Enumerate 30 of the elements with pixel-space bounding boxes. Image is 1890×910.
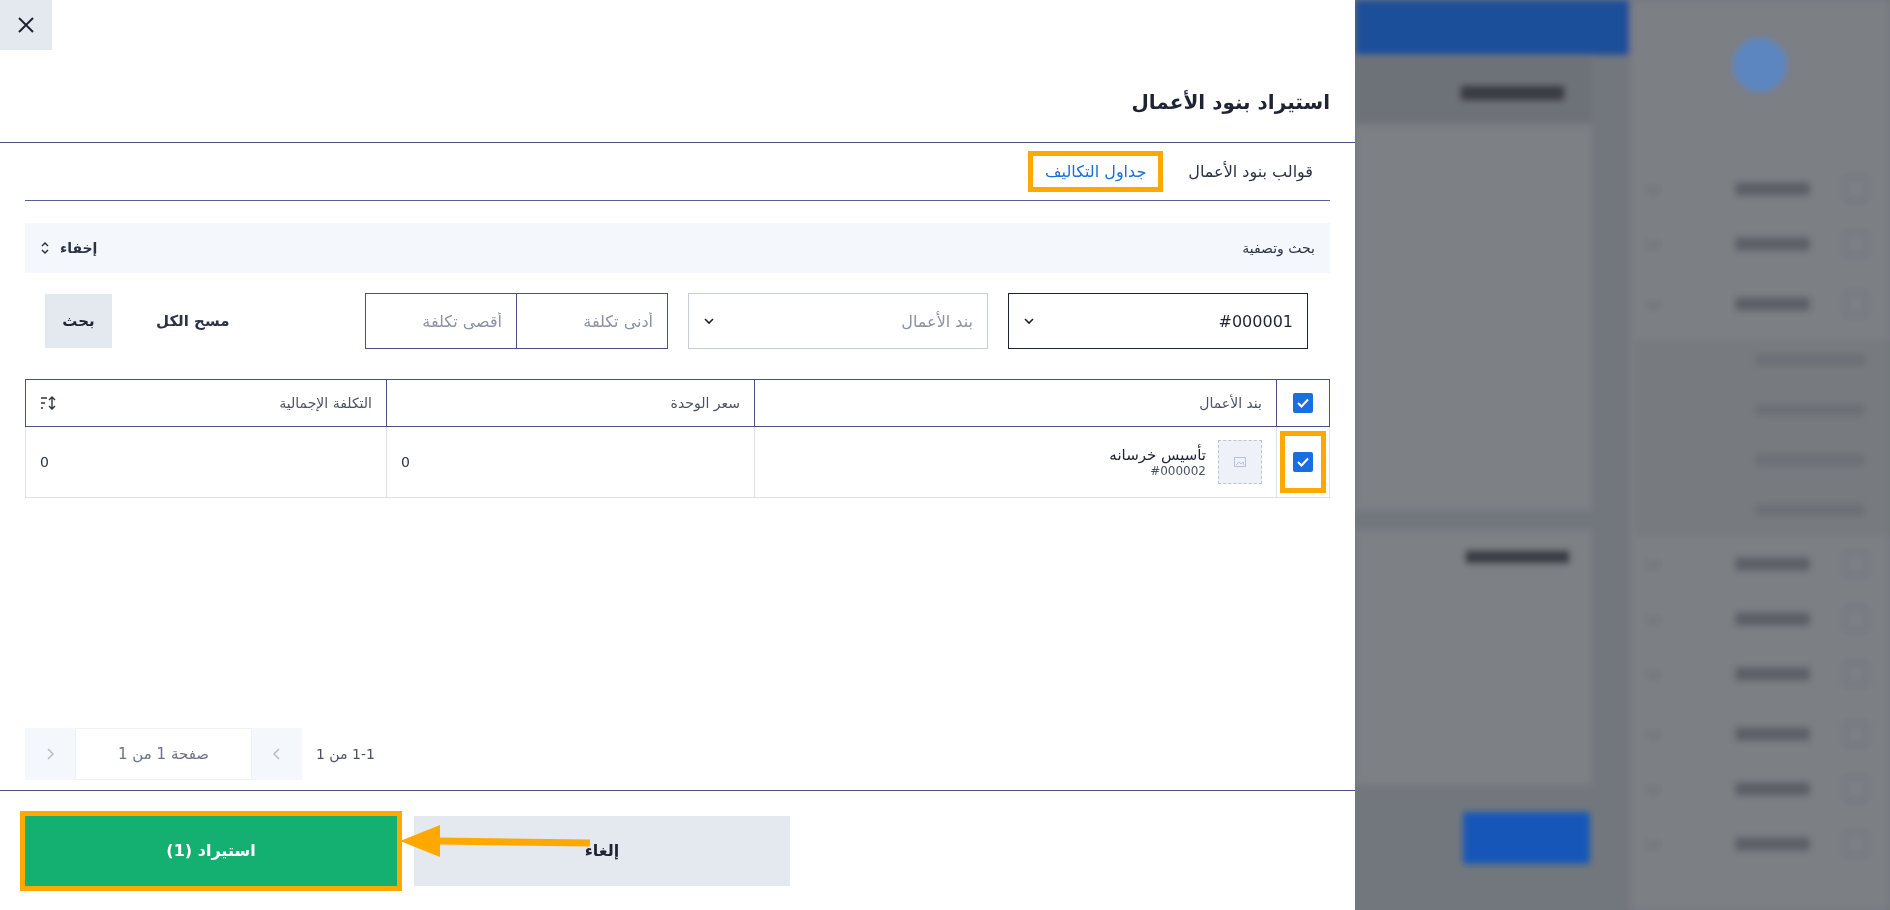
image-placeholder-icon: [1218, 440, 1262, 484]
column-header: بند الأعمال: [1199, 395, 1262, 411]
clear-all-link[interactable]: مسح الكل: [156, 312, 230, 330]
cancel-button[interactable]: إلغاء: [414, 815, 790, 886]
close-icon: [17, 16, 35, 34]
item-name: تأسيس خرسانه: [1109, 446, 1206, 464]
chevron-down-icon: [703, 317, 715, 325]
chevron-right-icon: [46, 748, 54, 760]
tab[interactable]: جداول التكاليف: [1033, 156, 1159, 187]
column-header: سعر الوحدة: [670, 395, 740, 411]
page-indicator: صفحة 1 من 1: [75, 728, 252, 780]
section-title: بحث وتصفية: [1242, 240, 1315, 256]
chevron-down-icon: [1023, 317, 1035, 325]
select-field[interactable]: #000001: [1008, 293, 1308, 349]
table-cell: 0: [401, 454, 410, 470]
hide-toggle[interactable]: إخفاء: [40, 240, 98, 256]
search-button[interactable]: بحث: [45, 294, 112, 348]
tab[interactable]: قوالب بنود الأعمال: [1176, 156, 1325, 187]
checkmark-icon: [1297, 398, 1309, 408]
chevron-left-icon: [273, 748, 281, 760]
checkbox[interactable]: [1293, 393, 1313, 413]
close-button[interactable]: [0, 0, 52, 50]
page-summary: 1-1 من 1: [316, 746, 375, 762]
item-code: #000002: [1149, 464, 1206, 478]
checkbox[interactable]: [1293, 452, 1313, 472]
table-cell: 0: [40, 454, 49, 470]
dialog-title: استيراد بنود الأعمال: [1131, 90, 1330, 114]
column-header: التكلفة الإجمالية: [279, 395, 372, 411]
checkmark-icon: [1297, 457, 1309, 467]
sort-icon[interactable]: [40, 396, 58, 410]
